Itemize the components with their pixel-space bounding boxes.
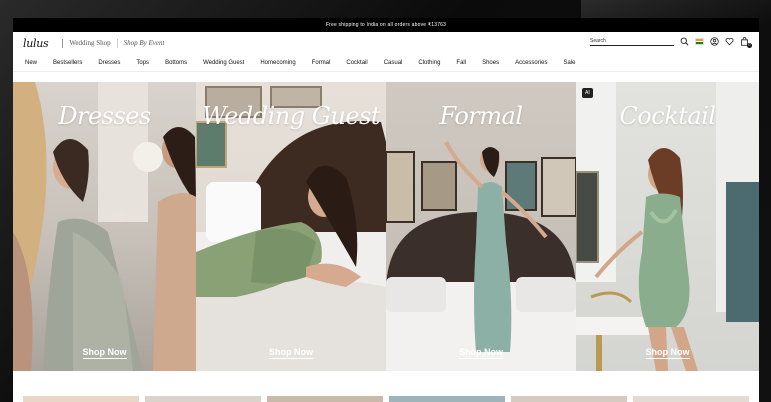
nav-item-shoes[interactable]: Shoes	[482, 60, 499, 66]
hero-panel-cocktail[interactable]: AI Cocktail Shop Now	[576, 82, 759, 371]
wedding-guest-title: Wedding Guest	[201, 102, 381, 130]
nav-item-bestsellers[interactable]: Bestsellers	[53, 60, 82, 66]
search-icon[interactable]	[680, 37, 689, 46]
cocktail-title: Cocktail	[619, 102, 716, 130]
dresses-title: Dresses	[58, 102, 151, 130]
nav-item-formal[interactable]: Formal	[312, 60, 331, 66]
india-flag-icon[interactable]	[695, 37, 704, 46]
bag-count-badge: 0	[747, 43, 752, 48]
promo-banner: Free shipping to India on all orders abo…	[13, 18, 759, 32]
secondary-thumbnails-row	[13, 396, 759, 402]
ai-badge[interactable]: AI	[582, 88, 593, 98]
formal-title: Formal	[439, 102, 523, 130]
hero-panel-dresses[interactable]: Dresses Shop Now	[13, 82, 196, 371]
nav-item-clothing[interactable]: Clothing	[418, 60, 440, 66]
thumbnail[interactable]	[23, 396, 139, 402]
shop-by-event-link[interactable]: Shop By Event	[116, 38, 171, 48]
nav-item-wedding-guest[interactable]: Wedding Guest	[203, 60, 244, 66]
hero-panel-formal[interactable]: Formal Shop Now	[386, 82, 576, 371]
lulus-logo[interactable]: lulus	[23, 37, 49, 50]
nav-item-sale[interactable]: Sale	[563, 60, 575, 66]
thumbnail[interactable]	[267, 396, 383, 402]
dresses-shop-now-link[interactable]: Shop Now	[13, 347, 196, 359]
search-input[interactable]: Search	[590, 37, 674, 46]
account-icon[interactable]	[710, 37, 719, 46]
main-nav: New Bestsellers Dresses Tops Bottoms Wed…	[13, 54, 759, 72]
nav-item-homecoming[interactable]: Homecoming	[260, 60, 295, 66]
nav-item-dresses[interactable]: Dresses	[98, 60, 120, 66]
formal-shop-now-link[interactable]: Shop Now	[386, 347, 576, 359]
nav-item-casual[interactable]: Casual	[384, 60, 403, 66]
wishlist-heart-icon[interactable]	[725, 37, 734, 46]
browser-screen: Free shipping to India on all orders abo…	[13, 18, 759, 402]
thumbnail[interactable]	[389, 396, 505, 402]
wedding-shop-link[interactable]: Wedding Shop	[62, 38, 116, 48]
nav-item-bottoms[interactable]: Bottoms	[165, 60, 187, 66]
nav-item-accessories[interactable]: Accessories	[515, 60, 547, 66]
wedding-guest-shop-now-link[interactable]: Shop Now	[196, 347, 386, 359]
nav-item-cocktail[interactable]: Cocktail	[346, 60, 367, 66]
nav-item-fall[interactable]: Fall	[456, 60, 466, 66]
nav-item-tops[interactable]: Tops	[136, 60, 149, 66]
shopping-bag-icon[interactable]: 0	[740, 37, 752, 48]
thumbnail[interactable]	[633, 396, 749, 402]
hero-category-grid: Dresses Shop Now Wedding Guest Shop Now …	[13, 82, 759, 371]
site-header: lulus Wedding Shop Shop By Event Search …	[13, 32, 759, 54]
hero-panel-wedding-guest[interactable]: Wedding Guest Shop Now	[196, 82, 386, 371]
header-utilities: Search 0	[590, 37, 752, 48]
thumbnail[interactable]	[145, 396, 261, 402]
cocktail-shop-now-link[interactable]: Shop Now	[576, 347, 759, 359]
thumbnail[interactable]	[511, 396, 627, 402]
nav-item-new[interactable]: New	[25, 60, 37, 66]
